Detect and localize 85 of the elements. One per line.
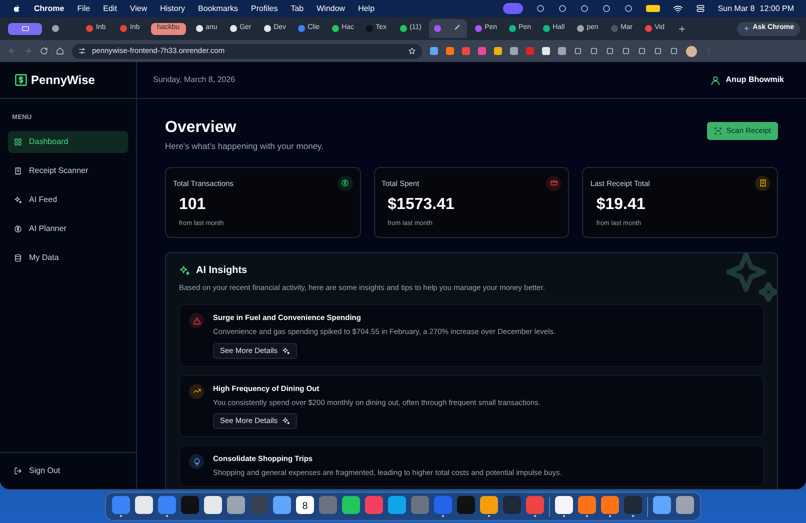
page-subtitle: Here's what's happening with your money. — [165, 140, 324, 153]
extension-icon[interactable] — [558, 47, 566, 55]
dollar-icon — [14, 224, 22, 233]
plus-icon — [678, 24, 686, 32]
menu-item[interactable]: Window — [316, 2, 346, 14]
stat-value: 101 — [178, 194, 207, 215]
menu-date[interactable]: Sun Mar 8 — [718, 2, 755, 14]
menu-item[interactable]: History — [160, 2, 186, 14]
menu-time[interactable]: 12:00 PM — [760, 2, 794, 14]
app-icon[interactable] — [555, 496, 573, 514]
sign-out-button[interactable]: Sign Out — [14, 465, 60, 477]
sparkles-icon — [282, 417, 290, 425]
grid-icon — [14, 138, 22, 146]
stat-value: $19.41 — [595, 194, 646, 215]
control-center-icon — [696, 4, 705, 13]
extension-icon[interactable] — [462, 47, 470, 55]
app-icon[interactable] — [273, 496, 291, 514]
status-icon — [536, 4, 545, 13]
status-icon — [624, 4, 633, 13]
sidebar-item[interactable]: Receipt Scanner — [8, 160, 128, 182]
forward-icon — [24, 47, 32, 55]
reload-icon — [40, 47, 48, 55]
lightbulb-icon — [192, 458, 200, 466]
user-name: Anup Bhowmik — [726, 74, 784, 86]
app-icon[interactable] — [135, 496, 153, 514]
menu-item[interactable]: Tab — [290, 2, 304, 14]
battery-icon[interactable] — [646, 5, 660, 12]
star-icon — [408, 47, 416, 55]
apple-icon — [12, 4, 21, 13]
receipt-icon — [758, 179, 766, 188]
dollar-box-icon — [14, 73, 28, 87]
warning-icon — [192, 316, 200, 324]
sidebar-item[interactable]: Dashboard — [8, 130, 128, 153]
extension-icon[interactable] — [478, 47, 486, 55]
avatar-icon[interactable] — [686, 46, 697, 56]
status-icon — [580, 4, 589, 13]
menu-item[interactable]: File — [77, 2, 90, 14]
insights-title: AI Insights — [196, 264, 248, 278]
app-icon[interactable] — [676, 496, 694, 514]
wifi-icon — [672, 4, 683, 14]
sidebar-item[interactable]: AI Planner — [8, 218, 128, 240]
sidebar-item[interactable]: AI Feed — [8, 188, 128, 211]
scan-icon — [714, 127, 722, 135]
tab-group-chip[interactable] — [8, 22, 42, 34]
card-icon — [550, 179, 558, 188]
extension-icon[interactable] — [494, 47, 502, 55]
user-icon — [710, 74, 721, 86]
volume-icon — [602, 4, 611, 13]
trend-up-icon — [192, 387, 200, 395]
screen-icon — [20, 24, 30, 32]
database-icon — [14, 254, 22, 262]
extension-icon[interactable] — [446, 47, 454, 55]
sidebar-item[interactable]: My Data — [8, 246, 128, 269]
menu-item[interactable]: Bookmarks — [198, 2, 238, 14]
sign-out-icon — [14, 467, 22, 475]
menu-item[interactable]: View — [130, 2, 148, 14]
site-settings-icon — [78, 47, 86, 55]
app-icon[interactable] — [227, 496, 245, 514]
browser-tab[interactable] — [428, 19, 467, 38]
app-icon[interactable] — [653, 496, 671, 514]
menu-item[interactable]: Edit — [103, 2, 117, 14]
sparkles-icon — [179, 264, 190, 276]
stat-value: $1573.41 — [386, 194, 456, 215]
back-icon — [8, 47, 16, 55]
menu-app-name[interactable]: Chrome — [34, 2, 64, 14]
page-title: Overview — [165, 118, 238, 138]
sparkles-icon — [282, 346, 290, 354]
logo-text: PennyWise — [31, 72, 95, 89]
extension-icon[interactable] — [542, 47, 550, 55]
app-icon[interactable] — [204, 496, 222, 514]
app-icon[interactable] — [342, 496, 360, 514]
extension-icon[interactable] — [510, 47, 518, 55]
status-icon — [558, 4, 567, 13]
sparkles-icon — [14, 196, 22, 204]
calendar-app-icon[interactable]: 8 — [296, 496, 314, 514]
app-icon[interactable] — [480, 496, 498, 514]
dollar-icon — [341, 179, 350, 188]
extension-icon[interactable] — [526, 47, 534, 55]
receipt-icon — [14, 166, 22, 175]
menu-item[interactable]: Help — [358, 2, 375, 14]
date-text: Sunday, March 8, 2026 — [153, 74, 236, 86]
menu-item[interactable]: Profiles — [251, 2, 278, 14]
sparkle-icon — [742, 25, 750, 32]
home-icon — [56, 47, 64, 55]
extension-icon[interactable] — [430, 47, 438, 55]
